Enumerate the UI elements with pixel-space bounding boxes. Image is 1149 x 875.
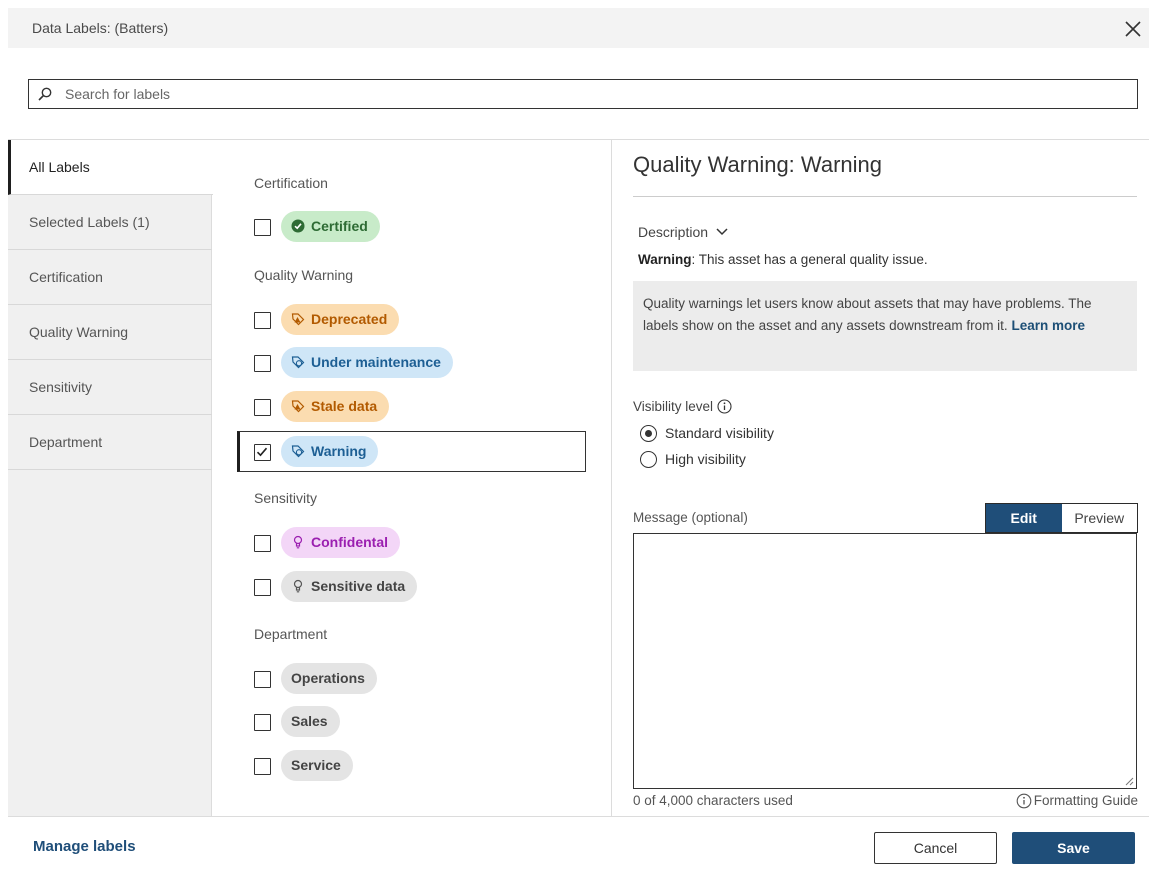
label-text: Certified (311, 218, 368, 234)
radio-label: Standard visibility (665, 425, 774, 441)
label-checkbox[interactable] (254, 579, 271, 596)
search-box (28, 79, 1138, 109)
manage-labels-link[interactable]: Manage labels (33, 838, 136, 855)
message-label: Message (optional) (633, 510, 748, 525)
divider (633, 196, 1137, 197)
group-heading-certification: Certification (254, 175, 328, 191)
character-count: 0 of 4,000 characters used (633, 793, 793, 808)
label-checkbox[interactable] (254, 714, 271, 731)
label-category-tabs: All Labels Selected Labels (1) Certifica… (8, 140, 213, 816)
cancel-button[interactable]: Cancel (874, 832, 997, 864)
label-text: Deprecated (311, 311, 388, 327)
label-text: Under maintenance (311, 354, 441, 370)
description-toggle-label: Description (638, 224, 709, 240)
description-label: Warning (638, 252, 692, 267)
group-heading-sensitivity: Sensitivity (254, 490, 318, 506)
preview-tab[interactable]: Preview (1061, 504, 1137, 532)
edit-tab[interactable]: Edit (986, 504, 1062, 532)
save-button[interactable]: Save (1012, 832, 1135, 864)
label-chip[interactable]: Certified (281, 211, 380, 242)
info-box: Quality warnings let users know about as… (633, 281, 1137, 371)
label-checkbox[interactable] (254, 312, 271, 329)
label-chip[interactable]: Sensitive data (281, 571, 418, 602)
tab-sensitivity[interactable]: Sensitivity (8, 360, 212, 415)
label-details-panel: Quality Warning: Warning Description War… (612, 140, 1149, 816)
tab-department[interactable]: Department (8, 415, 212, 470)
visibility-label-text: Visibility level (633, 399, 714, 414)
label-checkbox[interactable] (254, 535, 271, 552)
label-text: Sensitive data (311, 578, 406, 594)
label-text: Warning (311, 443, 367, 459)
warning-tag-icon (291, 313, 305, 326)
label-chip[interactable]: Sales (281, 706, 340, 737)
label-chip[interactable]: Confidental (281, 527, 400, 558)
details-title: Quality Warning: Warning (633, 152, 883, 177)
info-icon[interactable] (717, 399, 732, 414)
radio-label: High visibility (665, 451, 746, 467)
warning-tag-icon (291, 400, 305, 413)
radio-button-selected[interactable] (640, 425, 657, 442)
description-body: : This asset has a general quality issue… (691, 252, 928, 267)
tab-certification[interactable]: Certification (8, 250, 212, 305)
label-text: Confidental (311, 534, 388, 550)
group-heading-department: Department (254, 626, 328, 642)
label-text: Stale data (311, 398, 378, 414)
group-heading-quality-warning: Quality Warning (254, 267, 354, 283)
label-chip[interactable]: Warning (281, 436, 379, 467)
info-icon (1016, 793, 1032, 809)
search-input[interactable] (65, 84, 1115, 104)
label-checkbox[interactable] (254, 355, 271, 372)
message-textarea[interactable] (634, 534, 1136, 788)
info-tag-icon (291, 356, 305, 369)
dialog-title: Data Labels: (Batters) (32, 20, 169, 36)
info-tag-icon (291, 445, 305, 458)
divider (8, 816, 1149, 817)
description-text: Warning: This asset has a general qualit… (638, 252, 928, 267)
label-checkbox[interactable] (254, 758, 271, 775)
resize-grip-icon[interactable] (1124, 776, 1134, 786)
tab-selected-labels[interactable]: Selected Labels (1) (8, 195, 212, 250)
radio-button[interactable] (640, 451, 657, 468)
search-icon (38, 87, 52, 101)
label-checkbox[interactable] (254, 219, 271, 236)
edit-preview-toggle: Edit Preview (985, 503, 1138, 533)
radio-high-visibility[interactable]: High visibility (640, 451, 746, 468)
chevron-down-icon (716, 228, 728, 236)
tab-all-labels[interactable]: All Labels (8, 140, 213, 195)
label-checkbox-checked[interactable] (254, 444, 271, 461)
data-labels-dialog: Data Labels: (Batters) All Labels Select… (0, 0, 1149, 875)
label-checkbox[interactable] (254, 671, 271, 688)
tab-quality-warning[interactable]: Quality Warning (8, 305, 212, 360)
label-text: Operations (291, 670, 365, 686)
lightbulb-icon (293, 535, 303, 549)
labels-list: Certification Certified Quality Warning … (213, 140, 611, 816)
label-chip[interactable]: Under maintenance (281, 347, 453, 378)
learn-more-link[interactable]: Learn more (1011, 318, 1085, 333)
label-chip[interactable]: Stale data (281, 391, 390, 422)
label-chip[interactable]: Operations (281, 663, 377, 694)
visibility-level-label: Visibility level (633, 399, 732, 414)
label-chip[interactable]: Service (281, 750, 353, 781)
formatting-guide-link[interactable]: Formatting Guide (1016, 793, 1138, 809)
label-text: Service (291, 757, 341, 773)
radio-standard-visibility[interactable]: Standard visibility (640, 425, 774, 442)
description-toggle[interactable]: Description (638, 224, 728, 240)
formatting-guide-label: Formatting Guide (1033, 793, 1138, 808)
label-checkbox[interactable] (254, 399, 271, 416)
lightbulb-icon (293, 579, 303, 593)
label-text: Sales (291, 713, 328, 729)
dialog-title-bar: Data Labels: (Batters) (8, 8, 1149, 48)
label-chip[interactable]: Deprecated (281, 304, 400, 335)
close-icon[interactable] (1121, 17, 1145, 41)
message-textarea-container (633, 533, 1137, 789)
check-circle-icon (291, 219, 305, 233)
